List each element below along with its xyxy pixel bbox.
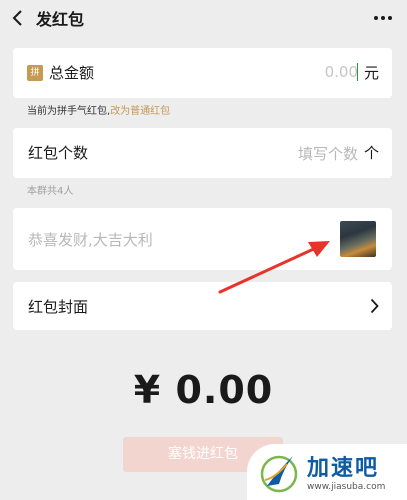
- count-input[interactable]: 填写个数: [298, 143, 358, 164]
- switch-to-normal-link[interactable]: 改为普通红包: [110, 106, 170, 117]
- count-label: 红包个数: [28, 144, 89, 162]
- lucky-badge-icon: 拼: [27, 65, 43, 81]
- packet-type-text: 当前为拼手气红包,: [27, 106, 111, 117]
- count-unit: 个: [363, 144, 379, 162]
- greeting-input[interactable]: 恭喜发财,大吉大利: [28, 229, 153, 250]
- greeting-row[interactable]: 恭喜发财,大吉大利: [13, 208, 392, 270]
- total-amount: ¥ 0.00: [133, 368, 274, 412]
- group-member-count: 本群共4人: [27, 186, 74, 197]
- chevron-left-icon[interactable]: [10, 8, 24, 28]
- cover-label: 红包封面: [28, 298, 89, 316]
- top-bar: 发红包: [0, 0, 407, 40]
- packet-type-hint: 当前为拼手气红包,改为普通红包: [27, 102, 170, 117]
- amount-label: 总金额: [49, 64, 95, 82]
- amount-unit: 元: [363, 64, 379, 82]
- amount-row[interactable]: 拼 总金额 0.00 元: [13, 48, 392, 98]
- chevron-right-icon: [370, 298, 379, 314]
- sticker-thumbnail-icon[interactable]: [340, 221, 376, 257]
- text-caret: [357, 63, 358, 81]
- cover-row[interactable]: 红包封面: [13, 282, 392, 330]
- count-row[interactable]: 红包个数 填写个数 个: [13, 128, 392, 178]
- amount-input[interactable]: 0.00: [325, 63, 358, 81]
- watermark: 加速吧 www.jiasuba.com: [247, 444, 407, 500]
- watermark-logo-icon: [260, 455, 298, 493]
- watermark-url: www.jiasuba.com: [307, 482, 386, 492]
- page-title: 发红包: [36, 10, 85, 29]
- watermark-name: 加速吧: [307, 456, 380, 481]
- more-dots-icon[interactable]: [373, 14, 393, 22]
